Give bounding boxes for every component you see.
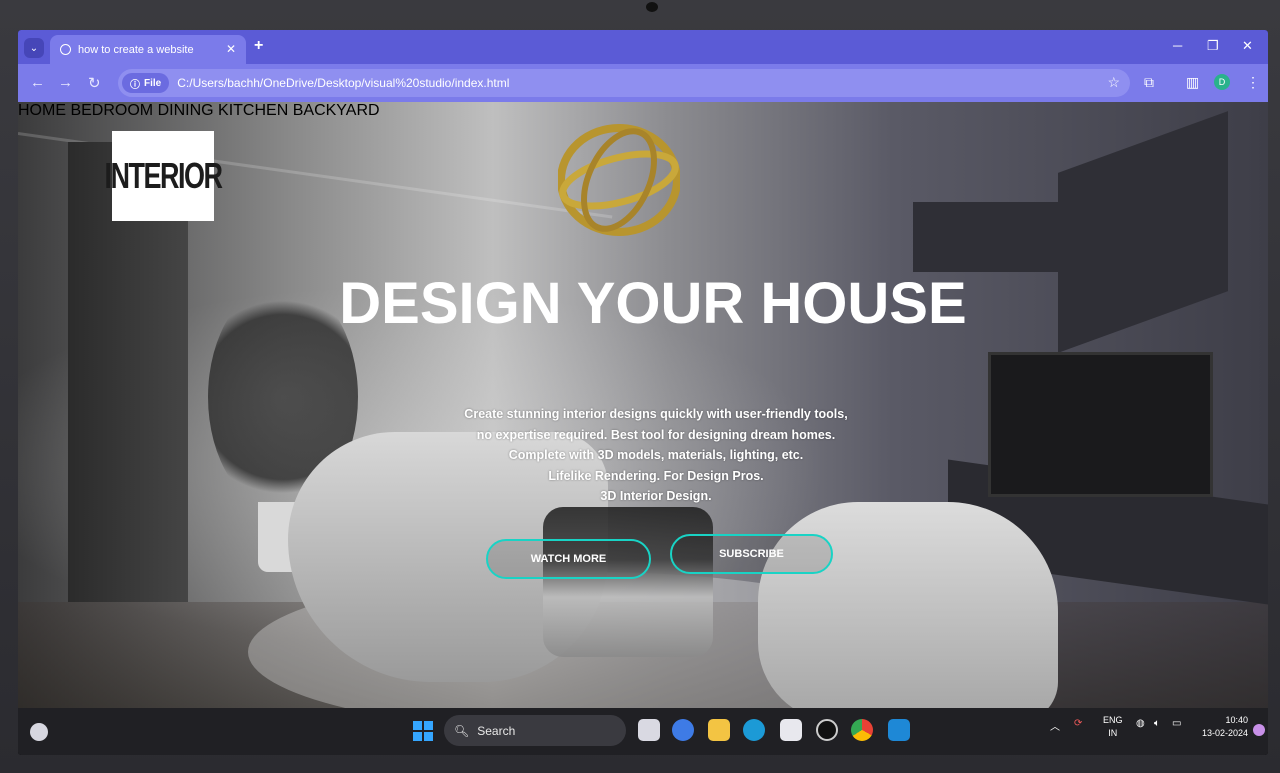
taskbar-search-label: Search [477, 723, 516, 738]
maximize-icon[interactable]: ❐ [1207, 38, 1219, 54]
hero-line: 3D Interior Design. [600, 489, 712, 503]
background-shelf [913, 202, 1073, 272]
tab-search-icon[interactable]: ⌄ [24, 38, 44, 58]
webcam [646, 2, 658, 12]
weather-widget-icon[interactable] [30, 723, 48, 741]
reload-icon[interactable]: ↻ [88, 74, 101, 92]
hero-line: no expertise required. Best tool for des… [476, 427, 836, 442]
search-icon: 🔍︎ [454, 723, 470, 738]
address-bar[interactable]: ⓘ File C:/Users/bachh/OneDrive/Desktop/v… [118, 69, 1130, 97]
dell-icon[interactable] [816, 719, 838, 741]
chat-icon[interactable] [672, 719, 694, 741]
profile-avatar[interactable]: D [1214, 74, 1230, 90]
background-chandelier [558, 124, 680, 236]
forward-icon[interactable]: → [58, 74, 73, 91]
chrome-icon[interactable] [851, 719, 873, 741]
show-hidden-icons-chevron[interactable]: ︿ [1050, 718, 1060, 733]
task-view-icon[interactable] [638, 719, 660, 741]
globe-icon [60, 44, 71, 55]
site-nav: HOME BEDROOM DINING KITCHEN BACKYARD [18, 102, 1268, 120]
browser-tab-bar: ⌄ how to create a website ✕ + ─ ❐ ✕ [18, 30, 1268, 64]
tab-title: how to create a website [78, 43, 194, 56]
menu-kebab-icon[interactable]: ⋮ [1246, 74, 1260, 91]
store-icon[interactable] [780, 719, 802, 741]
taskbar-search[interactable]: 🔍︎ Search [444, 715, 626, 746]
nav-kitchen[interactable]: KITCHEN [218, 102, 288, 119]
subscribe-button[interactable]: SUBSCRIBE [670, 534, 833, 574]
edge-icon[interactable] [743, 719, 765, 741]
site-logo[interactable]: INTERIOR [105, 131, 223, 221]
hero-line: Lifelike Rendering. For Design Pros. [548, 468, 764, 483]
nav-backyard[interactable]: BACKYARD [293, 102, 380, 119]
hero-line: Create stunning interior designs quickly… [464, 407, 848, 421]
windows-start-icon[interactable] [413, 721, 433, 741]
region-code: IN [1108, 728, 1118, 738]
bookmark-star-icon[interactable]: ☆ [1107, 74, 1120, 91]
network-icon[interactable]: ◍ [1136, 718, 1145, 729]
sync-icon[interactable]: ⟳ [1074, 718, 1082, 729]
web-page: INTERIOR HOME BEDROOM DINING KITCHEN BAC… [18, 102, 1268, 708]
file-chip-label: File [144, 77, 162, 89]
site-info-chip[interactable]: ⓘ File [122, 73, 170, 93]
logo-text: INTERIOR [104, 155, 224, 196]
laptop-bezel: ⌄ how to create a website ✕ + ─ ❐ ✕ ← → … [0, 0, 1280, 773]
watch-more-button[interactable]: WATCH MORE [486, 539, 651, 579]
vscode-icon[interactable] [888, 719, 910, 741]
nav-dining[interactable]: DINING [158, 102, 214, 119]
notification-icon[interactable] [1253, 724, 1265, 736]
tab-close-icon[interactable]: ✕ [226, 42, 236, 56]
hero-description: Create stunning interior designs quickly… [18, 404, 1268, 507]
volume-muted-icon[interactable]: 🔈︎ [1154, 718, 1160, 729]
screen: ⌄ how to create a website ✕ + ─ ❐ ✕ ← → … [18, 30, 1268, 755]
url-text: C:/Users/bachh/OneDrive/Desktop/visual%2… [177, 76, 510, 90]
background-armchair [758, 502, 1058, 708]
new-tab-button[interactable]: + [254, 37, 263, 55]
hero-title: DESIGN YOUR HOUSE [339, 271, 967, 336]
language-indicator[interactable]: ENG IN [1103, 714, 1123, 740]
nav-bedroom[interactable]: BEDROOM [70, 102, 153, 119]
hero-line: Complete with 3D models, materials, ligh… [508, 448, 804, 462]
side-panel-icon[interactable]: ▥ [1186, 74, 1199, 91]
clock-time: 10:40 [1225, 715, 1249, 725]
background-coffee-table [543, 507, 713, 657]
clock[interactable]: 10:40 13-02-2024 [1202, 714, 1248, 740]
info-icon: ⓘ [130, 79, 140, 91]
minimize-icon[interactable]: ─ [1173, 38, 1182, 53]
file-explorer-icon[interactable] [708, 719, 730, 741]
windows-taskbar: 🔍︎ Search ︿ ⟳ ENG IN ◍ 🔈︎ ▭ 10:40 13-02-… [18, 708, 1268, 755]
nav-home[interactable]: HOME [18, 102, 66, 119]
battery-icon[interactable]: ▭ [1172, 718, 1181, 729]
extensions-icon[interactable]: ⧉ [1144, 74, 1154, 91]
back-icon[interactable]: ← [30, 74, 45, 91]
language-code: ENG [1103, 715, 1123, 725]
clock-date: 13-02-2024 [1202, 728, 1249, 738]
close-window-icon[interactable]: ✕ [1242, 38, 1253, 54]
browser-toolbar: ← → ↻ ⓘ File C:/Users/bachh/OneDrive/Des… [18, 64, 1268, 102]
browser-tab[interactable]: how to create a website ✕ [50, 35, 246, 64]
